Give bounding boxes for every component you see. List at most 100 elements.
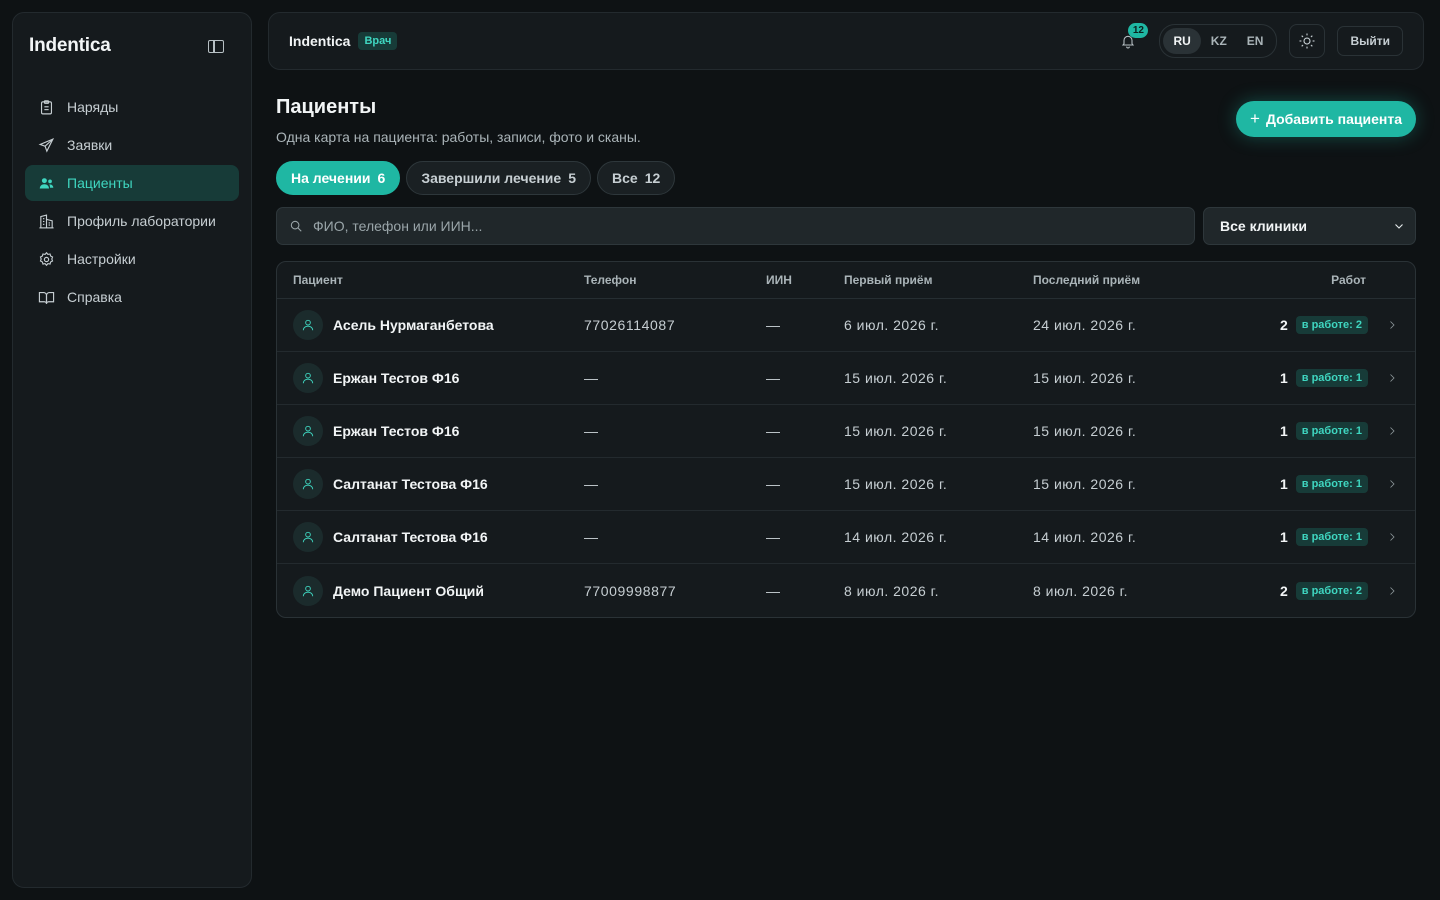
row-open-button[interactable] [1368, 478, 1415, 490]
patient-phone: 77009998877 [584, 582, 677, 599]
patient-iin: — [766, 582, 780, 599]
header-patient: Пациент [293, 273, 343, 287]
clinic-select-value: Все клиники [1220, 218, 1307, 234]
table-row[interactable]: Салтанат Тестова Ф16 — — 15 июл. 2026 г.… [277, 458, 1415, 511]
patient-iin: — [766, 476, 780, 492]
add-patient-button[interactable]: + Добавить пациента [1236, 101, 1416, 137]
sidebar: Indentica Наряды Заявки Пациенты Профиль… [12, 12, 252, 888]
sidebar-item-help[interactable]: Справка [25, 279, 239, 315]
chevron-right-icon [1389, 480, 1395, 488]
lang-en-button[interactable]: EN [1237, 28, 1274, 54]
sidebar-item-patients[interactable]: Пациенты [25, 165, 239, 201]
works-cell: 1 в работе: 1 [1232, 475, 1368, 493]
patient-cell: Ержан Тестов Ф16 [277, 363, 584, 393]
row-open-button[interactable] [1368, 372, 1415, 384]
book-icon [37, 288, 55, 306]
user-icon [302, 585, 314, 596]
user-icon [302, 372, 314, 384]
theme-toggle-button[interactable] [1289, 24, 1326, 58]
header-iin: ИИН [766, 273, 792, 287]
patient-phone: — [584, 476, 599, 492]
table-body: Асель Нурмаганбетова 77026114087 — 6 июл… [277, 299, 1415, 617]
sidebar-item-label: Настройки [67, 251, 136, 267]
in-progress-badge: в работе: 1 [1295, 422, 1368, 440]
works-count: 1 [1279, 423, 1288, 439]
table-row[interactable]: Ержан Тестов Ф16 — — 15 июл. 2026 г. 15 … [277, 352, 1415, 405]
chevron-right-icon [1389, 586, 1395, 595]
chevron-right-icon [1389, 321, 1395, 329]
logout-button[interactable]: Выйти [1337, 26, 1403, 56]
avatar [293, 363, 323, 393]
sun-icon [1299, 33, 1315, 49]
brand-logo: Indentica [29, 35, 111, 56]
top-actions: 12 RU KZ EN Выйти [1117, 23, 1403, 58]
table-row[interactable]: Демо Пациент Общий 77009998877 — 8 июл. … [277, 564, 1415, 617]
add-patient-label: Добавить пациента [1265, 111, 1402, 127]
header-last-visit: Последний приём [1033, 273, 1141, 287]
sidebar-item-lab-profile[interactable]: Профиль лаборатории [25, 203, 239, 239]
works-count: 1 [1279, 370, 1288, 386]
tab-all[interactable]: Все 12 [597, 161, 676, 195]
sidebar-item-label: Справка [67, 289, 122, 305]
tab-label: Все [612, 170, 638, 186]
first-visit-date: 15 июл. 2026 г. [844, 423, 948, 439]
lang-ru-button[interactable]: RU [1163, 28, 1201, 54]
sidebar-item-orders[interactable]: Наряды [25, 89, 239, 125]
patient-iin: — [766, 370, 780, 386]
user-icon [302, 531, 314, 543]
table-row[interactable]: Салтанат Тестова Ф16 — — 14 июл. 2026 г.… [277, 511, 1415, 564]
sidebar-toggle-icon[interactable] [208, 39, 224, 53]
top-bar: Indentica Врач 12 RU KZ EN Выйти [268, 12, 1424, 70]
last-visit-date: 8 июл. 2026 г. [1033, 582, 1128, 599]
avatar [293, 575, 323, 606]
row-open-button[interactable] [1368, 531, 1415, 543]
patient-name: Салтанат Тестова Ф16 [333, 529, 488, 545]
patient-name: Ержан Тестов Ф16 [333, 370, 460, 386]
patient-name: Асель Нурмаганбетова [333, 317, 494, 333]
patient-name: Демо Пациент Общий [333, 582, 484, 599]
works-cell: 1 в работе: 1 [1232, 528, 1368, 546]
building-icon [37, 212, 55, 230]
patient-name: Салтанат Тестова Ф16 [333, 476, 488, 492]
last-visit-date: 15 июл. 2026 г. [1033, 370, 1137, 386]
sidebar-item-label: Заявки [67, 137, 113, 153]
patient-cell: Салтанат Тестова Ф16 [277, 469, 584, 499]
status-tabs: На лечении 6 Завершили лечение 5 Все 12 [276, 161, 1416, 195]
lang-kz-button[interactable]: KZ [1201, 28, 1237, 54]
last-visit-date: 15 июл. 2026 г. [1033, 476, 1137, 492]
send-icon [37, 136, 55, 154]
tab-label: Завершили лечение [421, 170, 562, 186]
avatar [293, 310, 323, 340]
user-icon [302, 478, 314, 490]
sidebar-item-label: Пациенты [67, 175, 133, 191]
first-visit-date: 15 июл. 2026 г. [844, 370, 948, 386]
patient-name: Ержан Тестов Ф16 [333, 423, 460, 439]
row-open-button[interactable] [1368, 425, 1415, 437]
table-row[interactable]: Асель Нурмаганбетова 77026114087 — 6 июл… [277, 299, 1415, 352]
works-cell: 1 в работе: 1 [1232, 422, 1368, 440]
search-box [276, 207, 1195, 245]
chevron-right-icon [1389, 374, 1395, 382]
notification-count-badge: 12 [1128, 23, 1149, 38]
patient-iin: — [766, 423, 780, 439]
in-progress-badge: в работе: 2 [1295, 581, 1368, 600]
header-works: Работ [1331, 273, 1366, 287]
clinic-select[interactable]: Все клиники [1203, 207, 1416, 245]
search-input[interactable] [313, 218, 1182, 234]
tab-completed[interactable]: Завершили лечение 5 [406, 161, 591, 195]
tab-label: На лечении [291, 170, 371, 186]
users-icon [37, 174, 55, 192]
tab-in-treatment[interactable]: На лечении 6 [276, 161, 401, 195]
row-open-button[interactable] [1368, 319, 1415, 331]
sidebar-item-requests[interactable]: Заявки [25, 127, 239, 163]
table-row[interactable]: Ержан Тестов Ф16 — — 15 июл. 2026 г. 15 … [277, 405, 1415, 458]
user-icon [302, 425, 314, 437]
patient-phone: 77026114087 [584, 317, 676, 333]
notifications-button[interactable]: 12 [1117, 23, 1149, 52]
role-badge: Врач [358, 32, 398, 50]
row-open-button[interactable] [1368, 585, 1415, 597]
avatar [293, 522, 323, 552]
gear-icon [37, 250, 55, 268]
sidebar-item-settings[interactable]: Настройки [25, 241, 239, 277]
sidebar-header: Indentica [25, 33, 239, 59]
